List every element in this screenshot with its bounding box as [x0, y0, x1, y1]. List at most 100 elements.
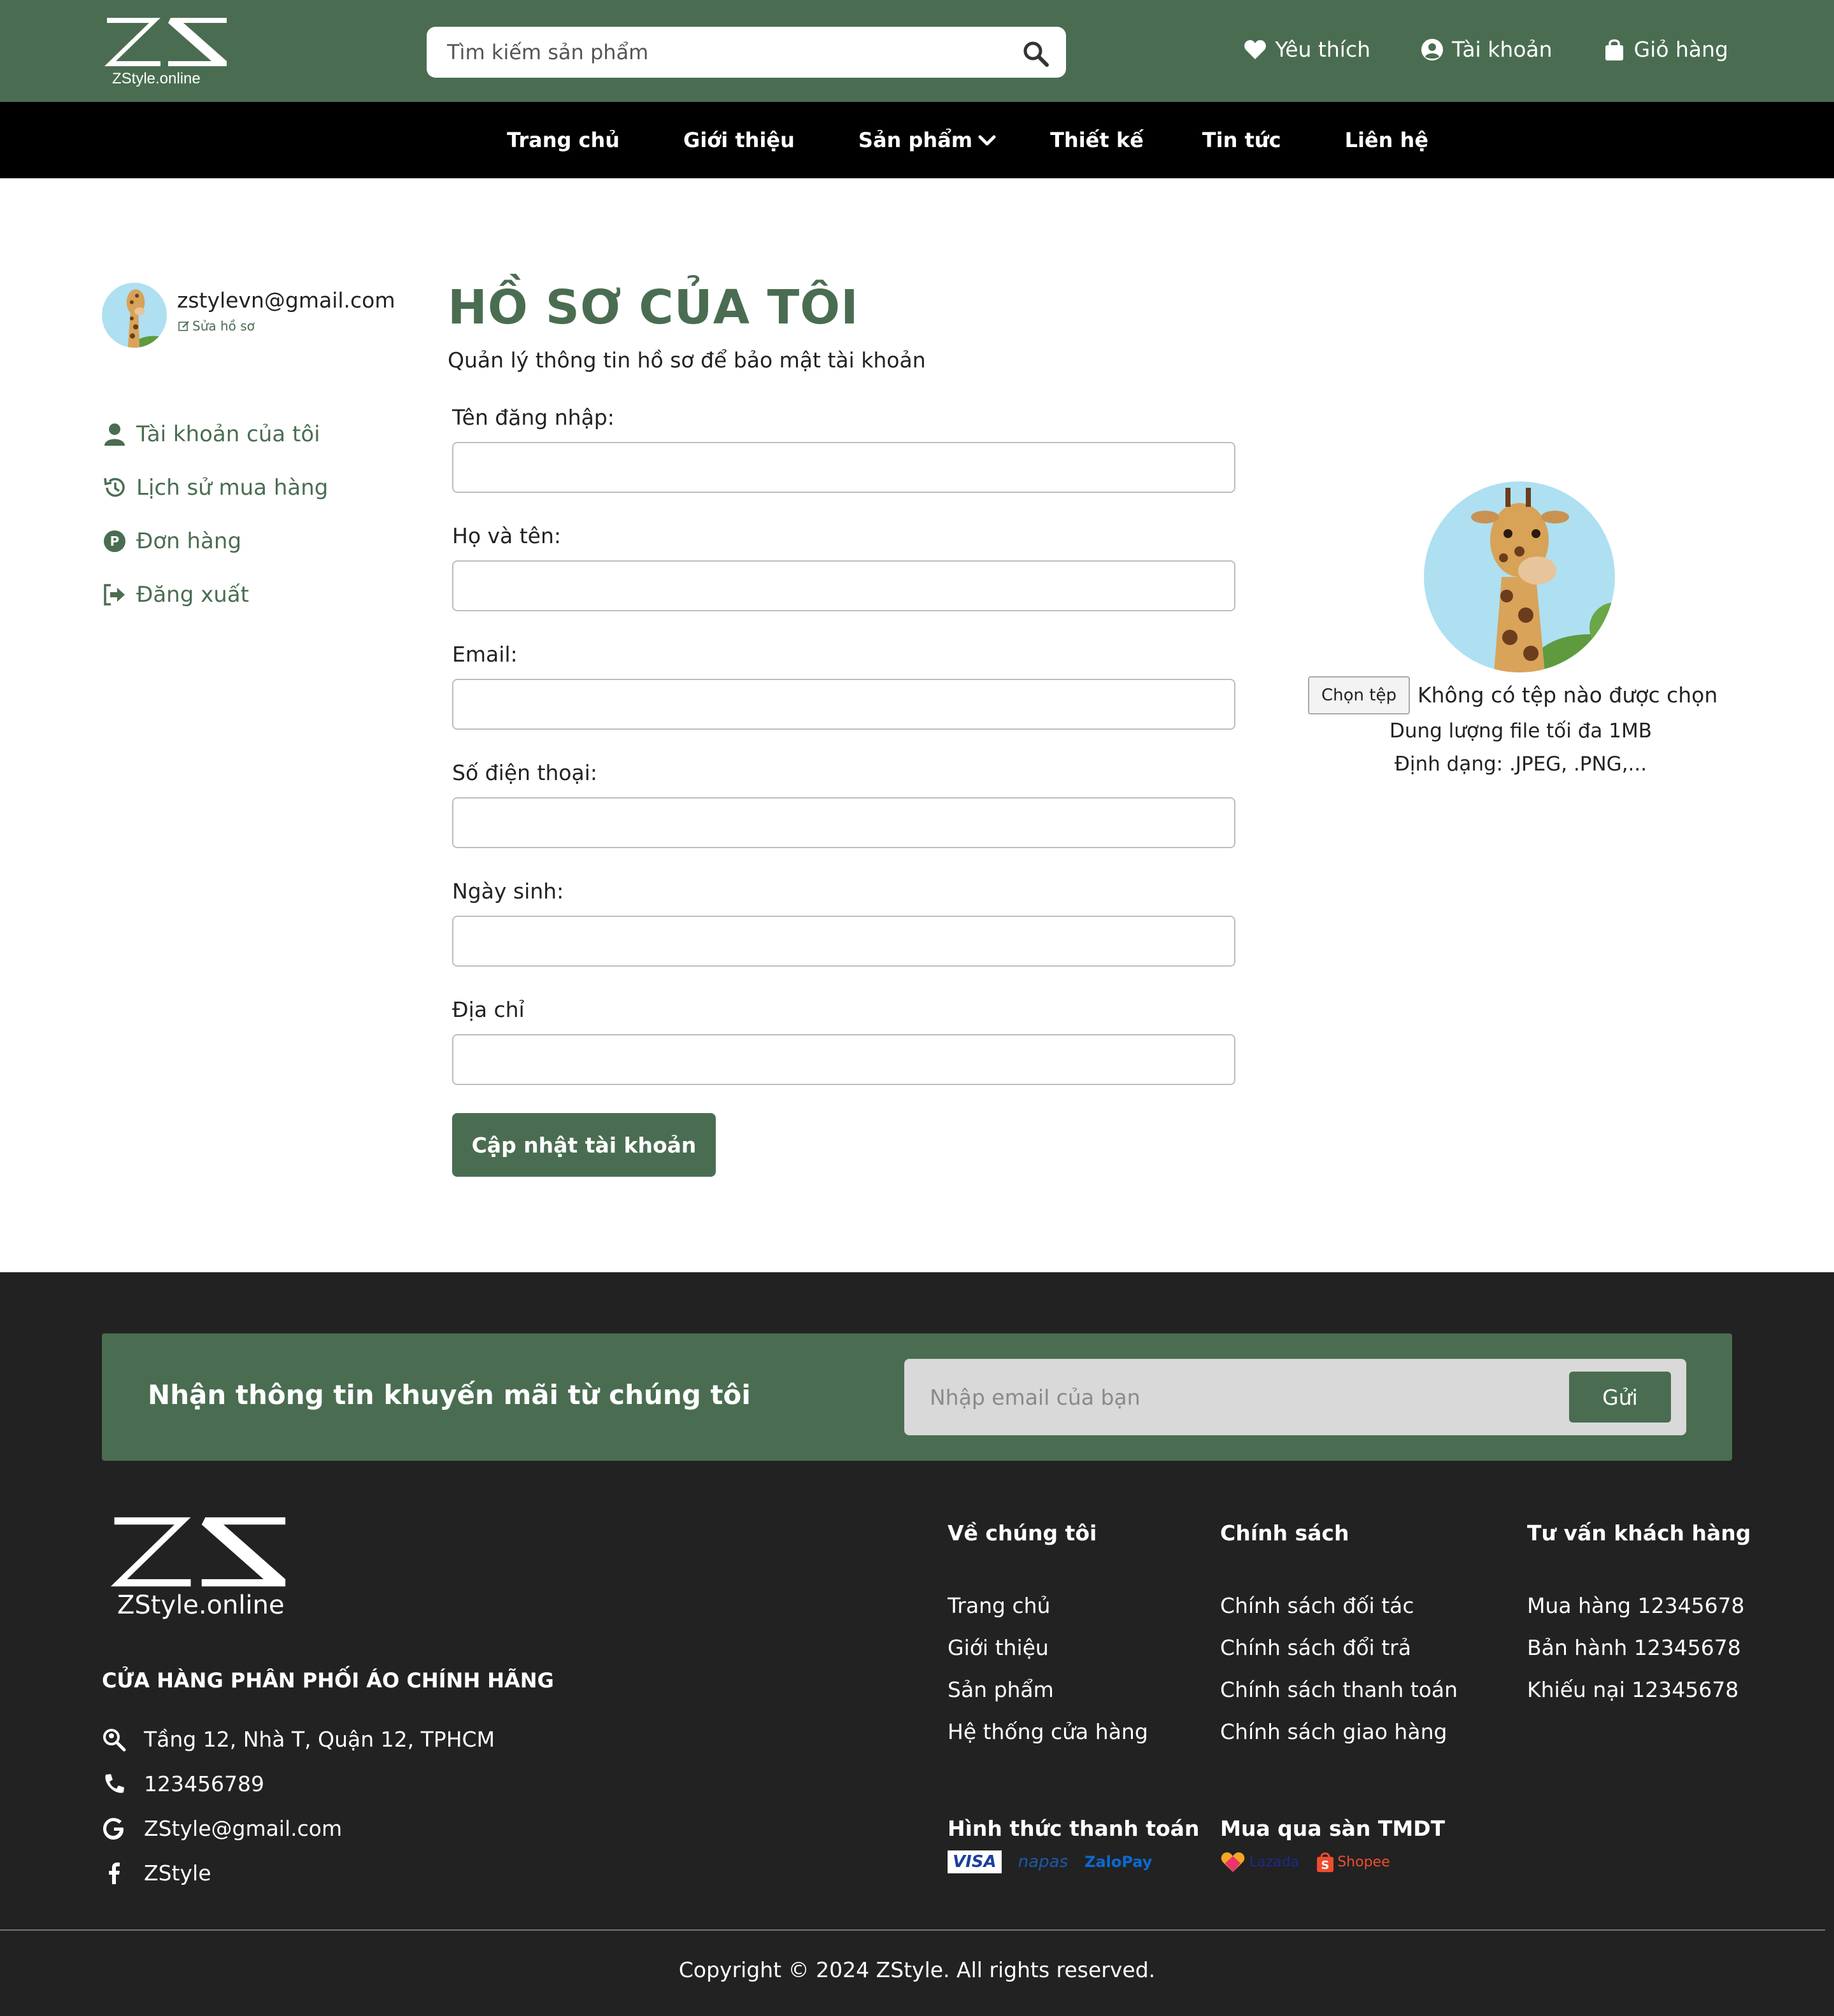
footer-link-complaint-hotline[interactable]: Khiếu nại 12345678 — [1527, 1677, 1738, 1702]
footer-link-shipping-policy[interactable]: Chính sách giao hàng — [1220, 1719, 1447, 1744]
footer-address-text: Tầng 12, Nhà T, Quận 12, TPHCM — [144, 1727, 495, 1752]
lazada-label: Lazada — [1249, 1854, 1300, 1870]
svg-text:S: S — [1321, 1859, 1330, 1872]
zs-logo-mark — [104, 18, 227, 66]
brand-logo[interactable]: ZStyle.online — [102, 17, 229, 90]
nav-item-home[interactable]: Trang chủ — [507, 128, 620, 152]
fullname-label: Họ và tên: — [452, 523, 562, 548]
sidebar-item-my-account[interactable]: Tài khoản của tôi — [102, 408, 328, 461]
zalopay-logo: ZaloPay — [1084, 1853, 1153, 1871]
file-status-text: Không có tệp nào được chọn — [1418, 683, 1718, 707]
newsletter-title: Nhận thông tin khuyến mãi từ chúng tôi — [148, 1379, 751, 1410]
sign-out-icon — [104, 584, 125, 606]
nav-item-products[interactable]: Sản phẩm — [858, 128, 997, 152]
choose-file-button[interactable]: Chọn tệp — [1308, 676, 1410, 714]
nav-item-design[interactable]: Thiết kế — [1050, 128, 1144, 152]
nav-item-products-label: Sản phẩm — [858, 128, 973, 152]
header-links: Yêu thích Tài khoản Giỏ hàng — [1243, 37, 1728, 62]
nav-items: Trang chủ Giới thiệu Sản phẩm Thiết kế T… — [507, 102, 1428, 178]
birthdate-field[interactable] — [452, 916, 1235, 967]
sidebar-item-purchase-history[interactable]: Lịch sử mua hàng — [102, 461, 328, 515]
footer-facebook-text: ZStyle — [144, 1861, 211, 1885]
chevron-down-icon — [978, 135, 996, 146]
history-icon — [104, 478, 125, 497]
shopping-bag-icon — [1605, 39, 1623, 60]
user-circle-icon — [1421, 38, 1444, 60]
edit-profile-link[interactable]: Sửa hồ sơ — [178, 318, 255, 334]
footer-link-warranty-hotline[interactable]: Bản hành 12345678 — [1527, 1635, 1741, 1660]
cart-label: Giỏ hàng — [1633, 37, 1728, 62]
address-label: Địa chỉ — [452, 997, 525, 1022]
footer-phone-text: 123456789 — [144, 1771, 264, 1796]
address-field[interactable] — [452, 1034, 1235, 1085]
footer-link-payment-policy[interactable]: Chính sách thanh toán — [1220, 1677, 1458, 1702]
heart-icon — [1244, 39, 1267, 59]
sidebar-item-label: Đăng xuất — [136, 582, 249, 607]
profile-avatar — [1424, 481, 1615, 672]
nav-item-news[interactable]: Tin tức — [1202, 128, 1281, 152]
nav-item-about[interactable]: Giới thiệu — [683, 128, 795, 152]
footer-tagline: CỬA HÀNG PHÂN PHỐI ÁO CHÍNH HÃNG — [102, 1668, 554, 1693]
footer-link-return-policy[interactable]: Chính sách đổi trả — [1220, 1635, 1411, 1660]
giraffe-avatar-image — [1424, 481, 1615, 672]
payment-methods-title: Hình thức thanh toán — [948, 1816, 1200, 1841]
search-input[interactable] — [447, 27, 1007, 78]
marketplaces-title: Mua qua sàn TMDT — [1220, 1816, 1446, 1841]
search-icon[interactable] — [1021, 39, 1049, 67]
email-field[interactable] — [452, 679, 1235, 730]
google-icon — [103, 1817, 124, 1840]
lazada-logo[interactable]: Lazada — [1220, 1849, 1299, 1875]
account-label: Tài khoản — [1452, 37, 1553, 62]
user-icon — [104, 423, 125, 446]
cart-link[interactable]: Giỏ hàng — [1602, 37, 1728, 62]
marketplaces[interactable]: Lazada S Shopee — [1220, 1849, 1390, 1875]
main-nav: Trang chủ Giới thiệu Sản phẩm Thiết kế T… — [0, 102, 1834, 178]
footer-link-stores[interactable]: Hệ thống cửa hàng — [948, 1719, 1148, 1744]
email-label: Email: — [452, 642, 518, 667]
footer-link-about[interactable]: Giới thiệu — [948, 1635, 1049, 1660]
account-link[interactable]: Tài khoản — [1420, 37, 1553, 62]
shopee-bag-icon: S — [1317, 1852, 1334, 1872]
sidebar-item-logout[interactable]: Đăng xuất — [102, 568, 328, 621]
lazada-heart-icon — [1221, 1852, 1245, 1872]
phone-icon — [105, 1773, 124, 1793]
footer-logo-text: ZStyle.online — [117, 1591, 285, 1620]
footer-col-about-title: Về chúng tôi — [948, 1521, 1097, 1545]
visa-logo: VISA — [948, 1850, 1002, 1873]
edit-profile-label: Sửa hồ sơ — [192, 318, 255, 334]
shopee-logo[interactable]: S Shopee — [1316, 1849, 1390, 1875]
footer-link-purchase-hotline[interactable]: Mua hàng 12345678 — [1527, 1593, 1745, 1618]
footer-link-home[interactable]: Trang chủ — [948, 1593, 1050, 1618]
newsletter-banner: Nhận thông tin khuyến mãi từ chúng tôi G… — [102, 1333, 1732, 1461]
birthdate-label: Ngày sinh: — [452, 879, 564, 904]
fullname-field[interactable] — [452, 560, 1235, 611]
sidebar-item-label: Đơn hàng — [136, 529, 242, 554]
newsletter-email-input[interactable] — [930, 1359, 1554, 1435]
search-bar — [427, 27, 1066, 78]
phone-field[interactable] — [452, 797, 1235, 848]
page-subtitle: Quản lý thông tin hồ sơ để bảo mật tài k… — [448, 348, 926, 373]
sidebar-menu: Tài khoản của tôi Lịch sử mua hàng P Đơn… — [102, 408, 328, 621]
top-header: ZStyle.online Yêu thích Tài khoản — [0, 0, 1834, 102]
shopee-label: Shopee — [1337, 1854, 1390, 1870]
footer-col-policy-title: Chính sách — [1220, 1521, 1349, 1545]
footer-phone: 123456789 — [102, 1771, 264, 1796]
file-size-note: Dung lượng file tối đa 1MB — [1389, 720, 1653, 742]
sidebar-item-orders[interactable]: P Đơn hàng — [102, 515, 328, 568]
footer-link-partner-policy[interactable]: Chính sách đối tác — [1220, 1593, 1414, 1618]
update-account-button[interactable]: Cập nhật tài khoản — [452, 1113, 716, 1177]
wishlist-link[interactable]: Yêu thích — [1243, 37, 1370, 62]
nav-item-contact[interactable]: Liên hệ — [1345, 128, 1428, 152]
footer-facebook[interactable]: ZStyle — [102, 1861, 211, 1885]
newsletter-form: Gửi — [904, 1359, 1686, 1435]
newsletter-send-button[interactable]: Gửi — [1569, 1372, 1671, 1423]
search-location-icon — [103, 1728, 126, 1751]
footer-link-products[interactable]: Sản phẩm — [948, 1677, 1054, 1702]
payment-methods: VISA napas ZaloPay — [948, 1849, 1152, 1875]
footer-logo[interactable]: ZStyle.online — [102, 1516, 306, 1624]
edit-icon — [178, 321, 189, 331]
footer-email-text: ZStyle@gmail.com — [144, 1816, 343, 1841]
footer-col-support-title: Tư vấn khách hàng — [1527, 1521, 1751, 1545]
zs-logo-mark — [110, 1517, 286, 1587]
username-field[interactable] — [452, 442, 1235, 493]
